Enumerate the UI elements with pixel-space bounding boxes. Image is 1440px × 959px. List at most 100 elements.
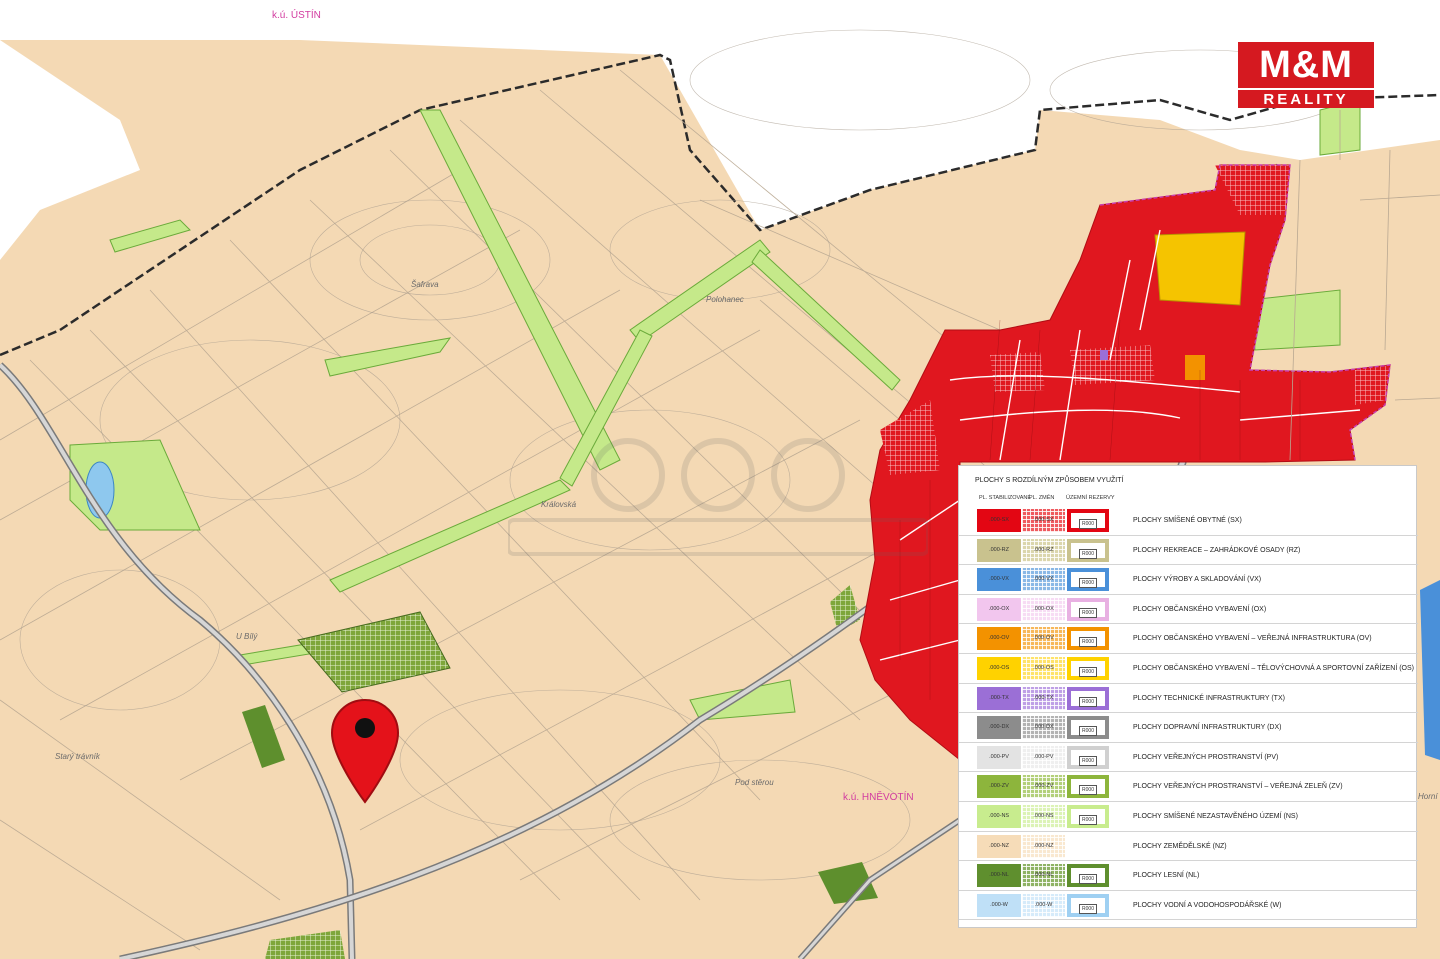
legend-label: PLOCHY LESNÍ (NL) [1133,872,1200,880]
legend-swatch-change: .000-W [1022,893,1065,917]
legend-swatch-change: .000-SX [1022,509,1065,532]
legend-swatch-reserve: R000 [1067,745,1109,769]
legend-swatch-stabilized: .000-DX [977,716,1021,740]
legend-label: PLOCHY ZEMĚDĚLSKÉ (NZ) [1133,842,1227,850]
legend-col-change: PL. ZMĚN [1029,495,1055,501]
legend-title: PLOCHY S ROZDÍLNÝM ZPŮSOBEM VYUŽITÍ [975,477,1124,484]
forest-patch [242,705,285,768]
legend-swatch-change: .000-RZ [1022,538,1065,562]
legend-swatch-reserve: R000 [1067,893,1109,917]
legend-row: .000-SX .000-SX R000 PLOCHY SMÍŠENÉ OBYTNÉ … [959,506,1418,536]
legend-reserve-code: R000 [1079,785,1097,796]
legend-row: .000-NZ .000-NZ PLOCHY ZEMĚDĚLSKÉ (NZ) [959,832,1418,862]
legend-reserve-code: R000 [1079,607,1097,618]
legend-label: PLOCHY OBČANSKÉHO VYBAVENÍ – VEŘEJNÁ INF… [1133,635,1372,643]
legend-reserve-code: R000 [1079,578,1097,589]
legend-label: PLOCHY REKREACE – ZAHRÁDKOVÉ OSADY (RZ) [1133,546,1301,554]
legend-row: .000-RZ .000-RZ R000 PLOCHY REKREACE – ZAHR… [959,536,1418,566]
legend-reserve-code: R000 [1079,666,1097,677]
legend-row: .000-PV .000-PV R000 PLOCHY VEŘEJNÝCH PROST… [959,743,1418,773]
legend-label: PLOCHY OBČANSKÉHO VYBAVENÍ (OX) [1133,605,1267,613]
legend-swatch-reserve: R000 [1067,627,1109,651]
legend-swatch-stabilized: .000-TX [977,686,1021,710]
mm-reality-logo: M&M REALITY [1238,42,1374,108]
legend-row: .000-OV .000-OV R000 PLOCHY OBČANSKÉHO VYBA… [959,624,1418,654]
legend-label: PLOCHY VEŘEJNÝCH PROSTRANSTVÍ (PV) [1133,753,1279,761]
logo-text-main: M&M [1238,42,1374,88]
legend-reserve-code: R000 [1079,755,1097,766]
legend-label: PLOCHY TECHNICKÉ INFRASTRUKTURY (TX) [1133,694,1285,702]
legend-swatch-change: .000-PV [1022,745,1065,769]
place-name: Starý trávník [55,752,100,761]
legend-swatch-stabilized: .000-W [977,893,1021,917]
legend-label: PLOCHY DOPRAVNÍ INFRASTRUKTURY (DX) [1133,724,1282,732]
legend-label: PLOCHY OBČANSKÉHO VYBAVENÍ – TĚLOVÝCHOVN… [1133,664,1414,672]
legend-row: .000-TX .000-TX R000 PLOCHY TECHNICKÉ INFRA… [959,684,1418,714]
cadastral-label-ustin: k.ú. ÚSTÍN [272,10,321,21]
watermark-logo [508,438,928,556]
legend-swatch-reserve: R000 [1067,509,1109,532]
logo-text-sub: REALITY [1238,88,1374,108]
legend-row: .000-NS .000-NS R000 PLOCHY SMÍŠENÉ NEZASTA… [959,802,1418,832]
place-name: Polohanec [706,295,744,304]
water-east [1420,580,1440,760]
legend-swatch-stabilized: .000-RZ [977,538,1021,562]
legend-row: .000-OX .000-OX R000 PLOCHY OBČANSKÉHO VYBA… [959,595,1418,625]
legend-row: .000-W .000-W R000 PLOCHY VODNÍ A VODOHOSPO… [959,891,1418,921]
legend-col-reserve: ÚZEMNÍ REZERVY [1066,495,1115,501]
legend-swatch-stabilized: .000-OV [977,627,1021,651]
legend-reserve-code: R000 [1079,874,1097,885]
legend-swatch-stabilized: .000-VX [977,568,1021,592]
legend-swatch-stabilized: .000-PV [977,745,1021,769]
place-name: Horní [1418,792,1438,801]
legend-label: PLOCHY VEŘEJNÝCH PROSTRANSTVÍ – VEŘEJNÁ … [1133,783,1343,791]
legend-label: PLOCHY SMÍŠENÉ NEZASTAVĚNÉHO ÚZEMÍ (NS) [1133,812,1298,820]
legend-swatch-change: .000-OV [1022,627,1065,651]
hatched-field [265,930,345,959]
legend-reserve-code: R000 [1079,637,1097,648]
legend-swatch-reserve: R000 [1067,597,1109,621]
cadastral-label-hnevotin: k.ú. HNĚVOTÍN [843,792,914,803]
legend-swatch-reserve: R000 [1067,864,1109,888]
legend-label: PLOCHY VÝROBY A SKLADOVÁNÍ (VX) [1133,576,1262,584]
legend-reserve-code: R000 [1079,903,1097,914]
legend-swatch-change: .000-NZ [1022,834,1065,858]
place-name: Pod stěrou [735,778,774,787]
legend-swatch-change: .000-VX [1022,568,1065,592]
legend-reserve-code: R000 [1079,548,1097,559]
legend-swatch-stabilized: .000-NS [977,804,1021,828]
legend-swatch-change: .000-TX [1022,686,1065,710]
legend-swatch-change: .000-OS [1022,656,1065,680]
legend-swatch-reserve: R000 [1067,568,1109,592]
outside-area-west [0,40,140,260]
legend-swatch-change: .000-NS [1022,804,1065,828]
legend-swatch-stabilized: .000-SX [977,509,1021,532]
legend-swatch-change: .000-NL [1022,864,1065,888]
legend-reserve-code: R000 [1079,814,1097,825]
legend-swatch-stabilized: .000-ZV [977,775,1021,799]
legend-swatch-reserve: R000 [1067,804,1109,828]
legend-swatch-change: .000-OX [1022,597,1065,621]
place-name: U Bílý [236,632,258,641]
legend-swatch-change: .000-DX [1022,716,1065,740]
legend-swatch-stabilized: .000-OS [977,656,1021,680]
legend-row: .000-ZV .000-ZV R000 PLOCHY VEŘEJNÝCH PROST… [959,772,1418,802]
legend-label: PLOCHY VODNÍ A VODOHOSPODÁŘSKÉ (W) [1133,901,1282,909]
legend-row: .000-DX .000-DX R000 PLOCHY DOPRAVNÍ INFRAS… [959,713,1418,743]
legend-swatch-stabilized: .000-NZ [977,834,1021,858]
legend-swatch-stabilized: .000-NL [977,864,1021,888]
location-pin-icon[interactable] [330,698,400,804]
legend-swatch-reserve: R000 [1067,538,1109,562]
legend-swatch-stabilized: .000-OX [977,597,1021,621]
map-legend: PLOCHY S ROZDÍLNÝM ZPŮSOBEM VYUŽITÍ PL. … [958,465,1418,928]
legend-swatch-reserve: R000 [1067,686,1109,710]
legend-row: .000-NL .000-NL R000 PLOCHY LESNÍ (NL) [959,861,1418,891]
legend-rows: .000-SX .000-SX R000 PLOCHY SMÍŠENÉ OBYTNÉ … [959,506,1418,921]
legend-swatch-reserve: R000 [1067,775,1109,799]
place-name: Šafrava [411,280,439,289]
legend-label: PLOCHY SMÍŠENÉ OBYTNÉ (SX) [1133,517,1242,524]
legend-reserve-code: R000 [1079,726,1097,737]
legend-reserve-code: R000 [1079,519,1097,529]
legend-swatch-reserve: R000 [1067,716,1109,740]
legend-swatch-reserve [1067,834,1109,858]
